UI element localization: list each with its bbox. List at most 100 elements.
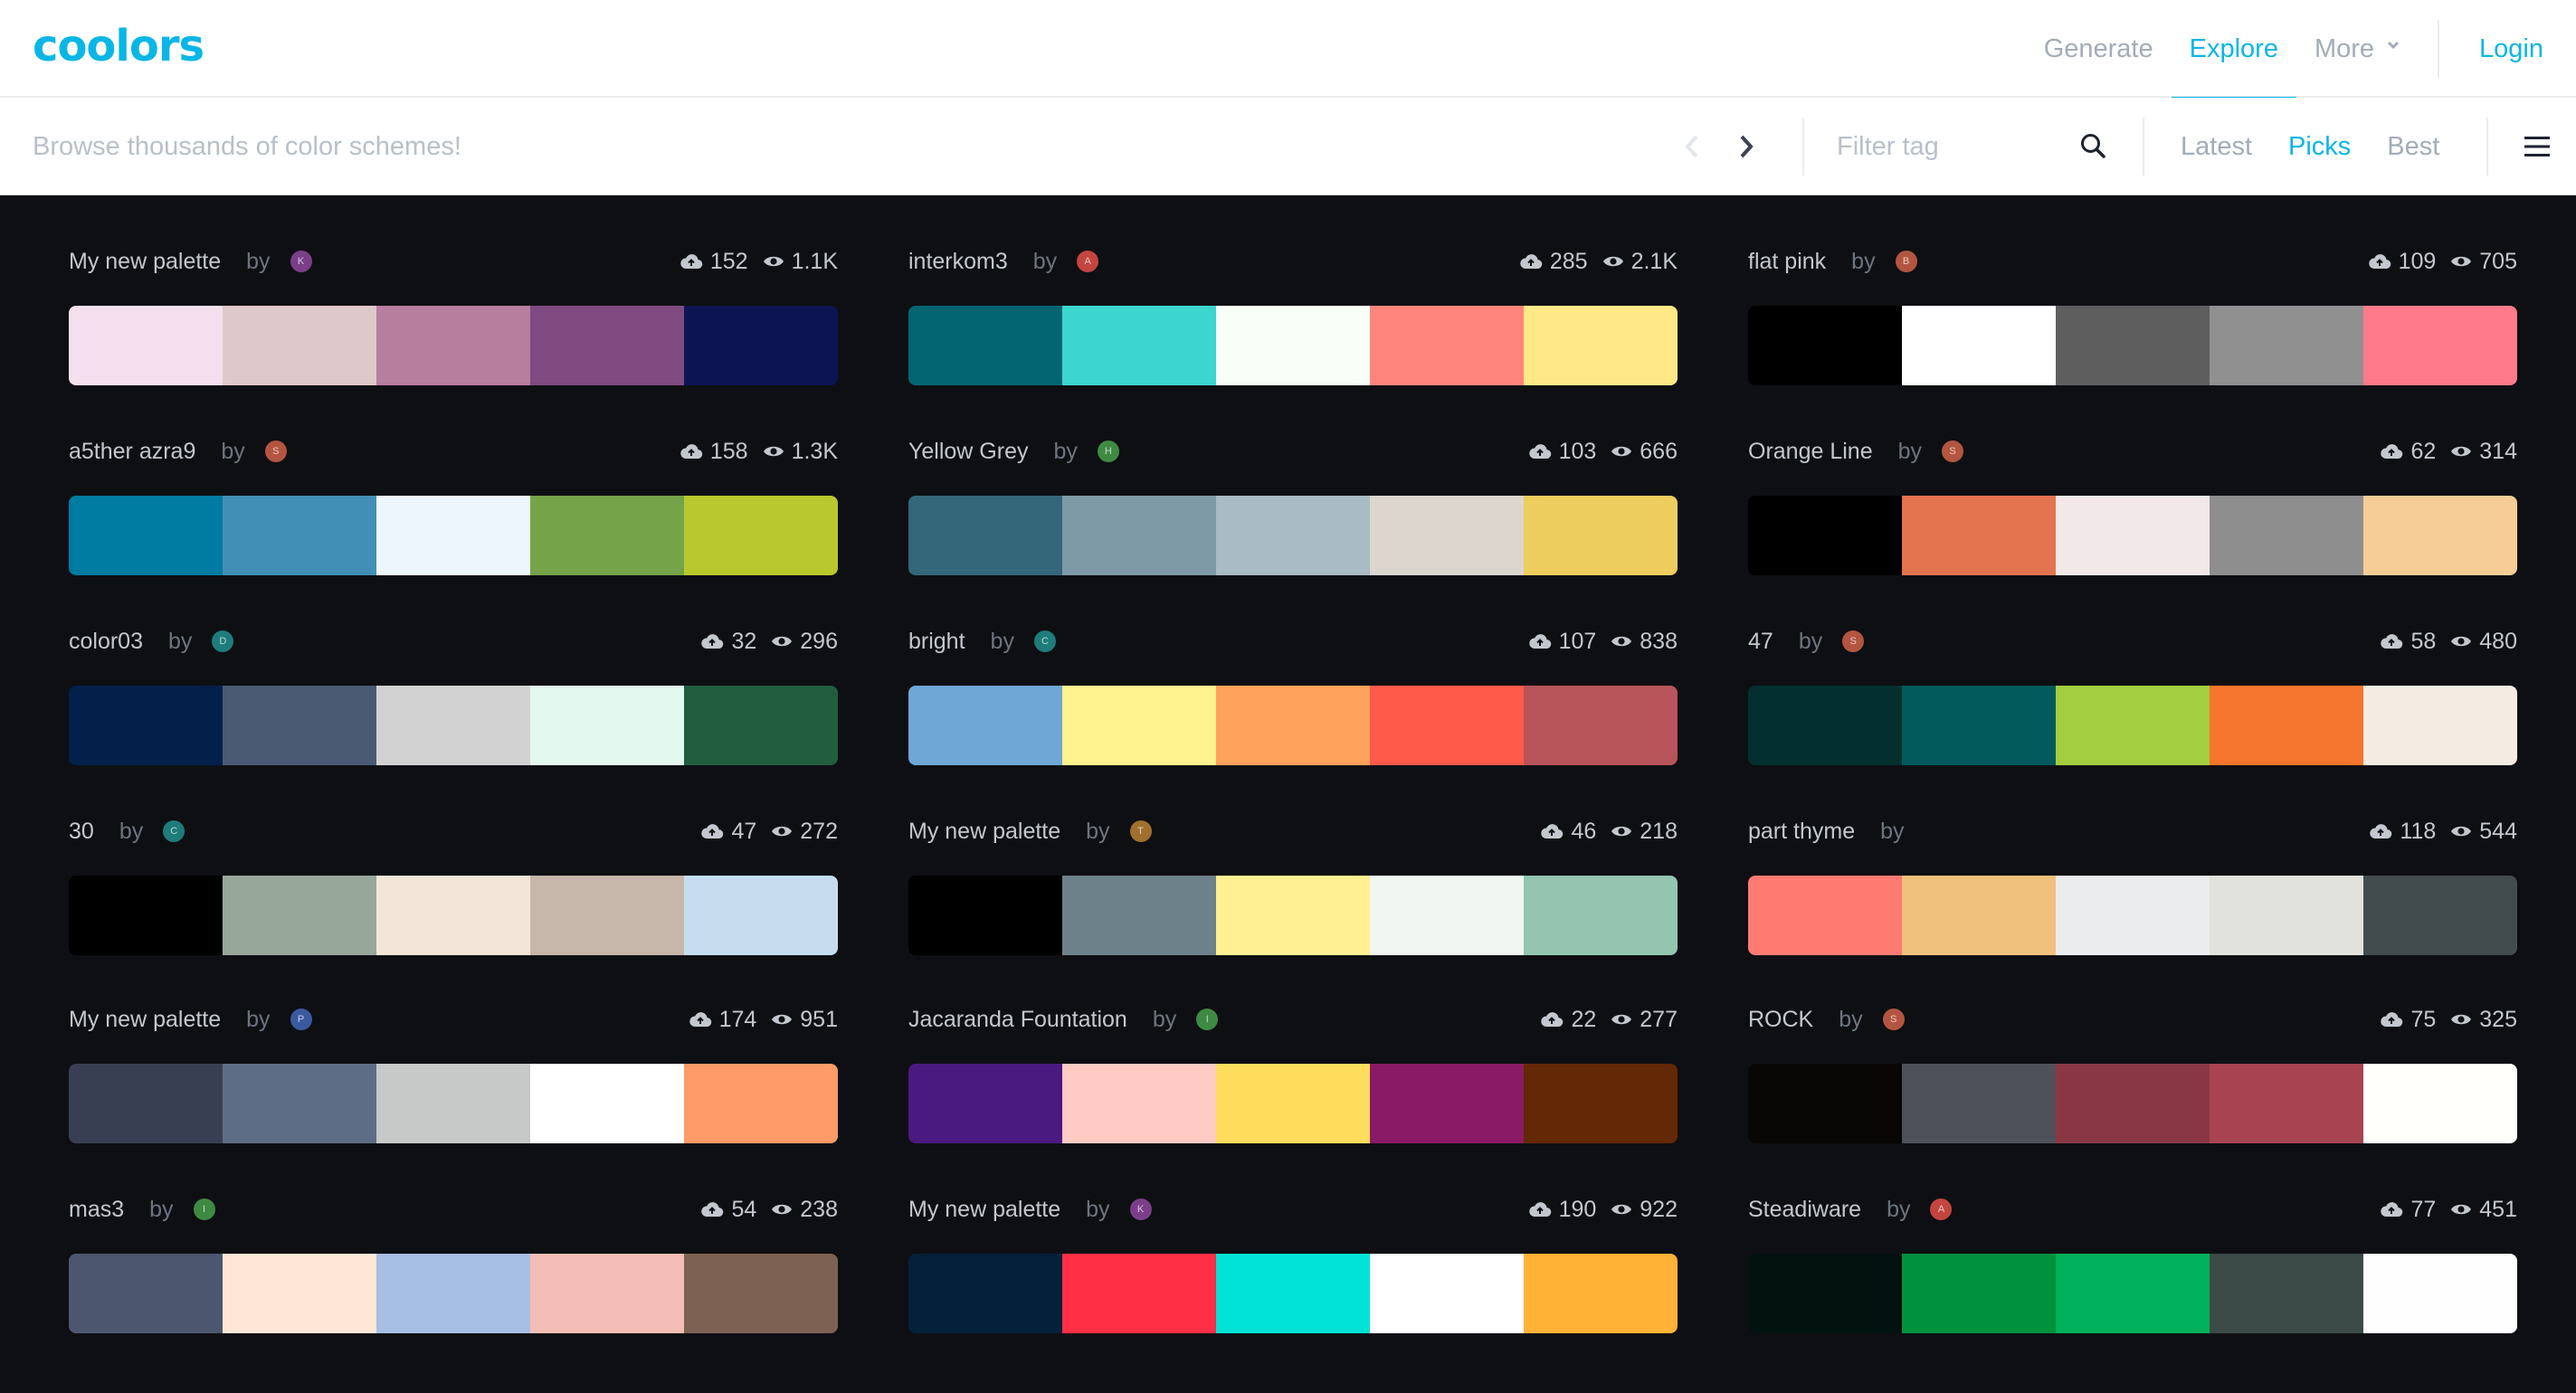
palette-card[interactable]: 30 by C 47 272 [69, 809, 838, 971]
color-swatch[interactable] [530, 496, 684, 575]
color-swatch[interactable] [1748, 1254, 1902, 1333]
palette-name[interactable]: part thyme [1748, 819, 1855, 845]
palette-card[interactable]: ROCK by S 75 325 [1748, 997, 2517, 1160]
likes-count[interactable]: 152 [680, 249, 748, 275]
likes-count[interactable]: 158 [680, 439, 748, 465]
color-swatch[interactable] [2363, 876, 2517, 955]
color-swatch[interactable] [1216, 876, 1370, 955]
palette-swatches[interactable] [908, 686, 1678, 765]
color-swatch[interactable] [1062, 306, 1216, 385]
palette-card[interactable]: Steadiware by A 77 451 [1748, 1187, 2517, 1350]
color-swatch[interactable] [69, 686, 223, 765]
likes-count[interactable]: 190 [1528, 1197, 1596, 1223]
palette-card[interactable]: My new palette by K 152 1.1K [69, 239, 838, 402]
color-swatch[interactable] [2210, 686, 2363, 765]
color-swatch[interactable] [1062, 876, 1216, 955]
color-swatch[interactable] [530, 876, 684, 955]
palette-swatches[interactable] [69, 1254, 838, 1333]
color-swatch[interactable] [1370, 1254, 1524, 1333]
color-swatch[interactable] [2363, 1064, 2517, 1143]
likes-count[interactable]: 109 [2368, 249, 2436, 275]
color-swatch[interactable] [2056, 1254, 2210, 1333]
color-swatch[interactable] [376, 1254, 530, 1333]
color-swatch[interactable] [908, 496, 1062, 575]
login-button[interactable]: Login [2461, 0, 2576, 98]
palette-card[interactable]: flat pink by B 109 705 [1748, 239, 2517, 402]
author-avatar[interactable]: S [1942, 441, 1964, 462]
author-avatar[interactable]: C [1033, 630, 1056, 652]
color-swatch[interactable] [69, 876, 223, 955]
palette-name[interactable]: Steadiware [1748, 1197, 1861, 1223]
color-swatch[interactable] [1216, 496, 1370, 575]
color-swatch[interactable] [908, 306, 1062, 385]
color-swatch[interactable] [530, 306, 684, 385]
color-swatch[interactable] [1524, 1064, 1678, 1143]
tab-picks[interactable]: Picks [2270, 98, 2369, 195]
color-swatch[interactable] [223, 496, 376, 575]
likes-count[interactable]: 32 [700, 629, 756, 655]
color-swatch[interactable] [2210, 1254, 2363, 1333]
color-swatch[interactable] [2056, 1064, 2210, 1143]
palette-name[interactable]: a5ther azra9 [69, 439, 195, 465]
color-swatch[interactable] [684, 496, 838, 575]
color-swatch[interactable] [223, 1254, 376, 1333]
color-swatch[interactable] [376, 496, 530, 575]
color-swatch[interactable] [223, 1064, 376, 1143]
color-swatch[interactable] [1370, 876, 1524, 955]
color-swatch[interactable] [684, 686, 838, 765]
palette-card[interactable]: Orange Line by S 62 314 [1748, 429, 2517, 592]
author-avatar[interactable]: B [1895, 251, 1917, 272]
likes-count[interactable]: 118 [2369, 819, 2436, 845]
color-swatch[interactable] [530, 686, 684, 765]
author-avatar[interactable]: I [1196, 1009, 1219, 1030]
author-avatar[interactable]: S [1842, 630, 1865, 652]
color-swatch[interactable] [1062, 686, 1216, 765]
coolors-logo[interactable]: coolors [33, 22, 204, 71]
color-swatch[interactable] [908, 876, 1062, 955]
palette-card[interactable]: mas3 by I 54 238 [69, 1187, 838, 1350]
author-avatar[interactable]: T [1129, 820, 1152, 842]
likes-count[interactable]: 174 [689, 1007, 756, 1033]
color-swatch[interactable] [1748, 1064, 1902, 1143]
likes-count[interactable]: 22 [1540, 1007, 1596, 1033]
color-swatch[interactable] [1370, 1064, 1524, 1143]
author-avatar[interactable]: I [193, 1199, 215, 1220]
color-swatch[interactable] [1524, 686, 1678, 765]
color-swatch[interactable] [69, 1064, 223, 1143]
color-swatch[interactable] [376, 1064, 530, 1143]
likes-count[interactable]: 62 [2380, 439, 2436, 465]
nav-explore[interactable]: Explore [2171, 0, 2297, 100]
author-avatar[interactable]: K [290, 251, 312, 272]
palette-card[interactable]: a5ther azra9 by S 158 1.3K [69, 429, 838, 592]
palette-swatches[interactable] [908, 1064, 1678, 1143]
likes-count[interactable]: 58 [2380, 629, 2436, 655]
likes-count[interactable]: 103 [1528, 439, 1596, 465]
color-swatch[interactable] [1902, 496, 2056, 575]
palette-name[interactable]: 30 [69, 819, 94, 845]
palette-swatches[interactable] [1748, 876, 2517, 955]
color-swatch[interactable] [69, 306, 223, 385]
palette-card[interactable]: My new palette by P 174 951 [69, 997, 838, 1160]
tab-best[interactable]: Best [2369, 98, 2457, 195]
author-avatar[interactable]: A [1077, 251, 1099, 272]
color-swatch[interactable] [530, 1064, 684, 1143]
color-swatch[interactable] [2363, 306, 2517, 385]
color-swatch[interactable] [1748, 306, 1902, 385]
color-swatch[interactable] [1748, 686, 1902, 765]
color-swatch[interactable] [376, 686, 530, 765]
color-swatch[interactable] [1216, 686, 1370, 765]
color-swatch[interactable] [1370, 306, 1524, 385]
nav-more[interactable]: More [2296, 0, 2418, 98]
color-swatch[interactable] [1902, 1064, 2056, 1143]
palette-card[interactable]: My new palette by K 190 922 [908, 1187, 1678, 1350]
likes-count[interactable]: 75 [2380, 1007, 2436, 1033]
color-swatch[interactable] [1370, 686, 1524, 765]
palette-card[interactable]: part thyme by 118 544 [1748, 809, 2517, 971]
color-swatch[interactable] [1748, 496, 1902, 575]
palette-name[interactable]: Orange Line [1748, 439, 1873, 465]
color-swatch[interactable] [1216, 1254, 1370, 1333]
color-swatch[interactable] [1062, 1254, 1216, 1333]
palette-swatches[interactable] [908, 876, 1678, 955]
color-swatch[interactable] [223, 306, 376, 385]
palette-swatches[interactable] [69, 306, 838, 385]
